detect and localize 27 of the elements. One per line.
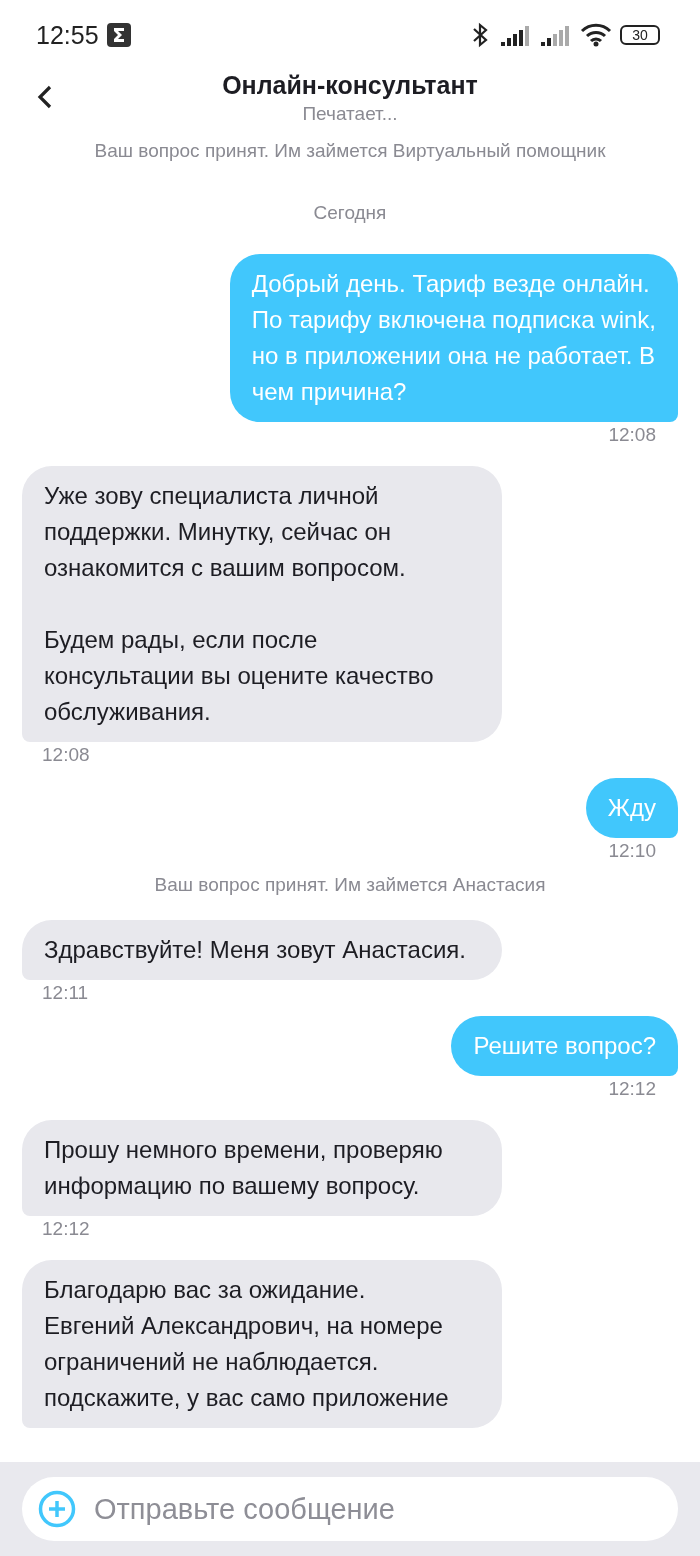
battery-icon: 30 <box>620 25 660 45</box>
message-text: Прошу немного времени, проверяю информацию по вашему вопросу. <box>44 1135 444 1201</box>
message-text: Будем рады, если после консультации вы оцените качество обслуживания. <box>44 625 435 727</box>
typing-status: Печатает... <box>302 102 398 126</box>
message-time: 12:12 <box>42 1218 90 1240</box>
message-time: 12:08 <box>608 424 656 446</box>
message-field[interactable]: Отправьте сообщение <box>22 1477 678 1541</box>
status-time: 12:55 <box>36 20 99 50</box>
back-icon[interactable] <box>36 84 54 110</box>
system-notice: Ваш вопрос принят. Им займется Анастасия <box>154 874 546 896</box>
outgoing-message: Решите вопрос? <box>451 1016 678 1076</box>
app-notification-icon <box>106 23 131 47</box>
message-text: Благодарю вас за ожидание. Евгений Александрович, на номере ограничений не наблюдается. подскажите, у вас само приложение <box>44 1275 450 1413</box>
message-text: Уже зову специалиста личной поддержки. Минутку, сейчас он ознакомится с вашим вопросом. <box>44 481 407 583</box>
wifi-icon <box>580 23 612 47</box>
outgoing-message: Добрый день. Тариф везде онлайн. По тарифу включена подписка wink, но в приложении она не работает. В чем причина? <box>229 254 678 422</box>
date-separator: Сегодня <box>313 202 387 224</box>
system-notice: Ваш вопрос принят. Им займется Виртуальный помощник <box>94 140 606 162</box>
signal-icon <box>500 24 532 46</box>
message-time: 12:12 <box>608 1078 656 1100</box>
message-time: 12:10 <box>608 840 656 862</box>
message-time: 12:11 <box>42 982 89 1004</box>
chat-title: Онлайн-консультант <box>222 70 478 100</box>
message-text: Здравствуйте! Меня зовут Анастасия. <box>44 935 467 965</box>
message-time: 12:08 <box>42 744 90 766</box>
outgoing-message: Жду <box>585 778 678 838</box>
signal-icon <box>540 24 572 46</box>
